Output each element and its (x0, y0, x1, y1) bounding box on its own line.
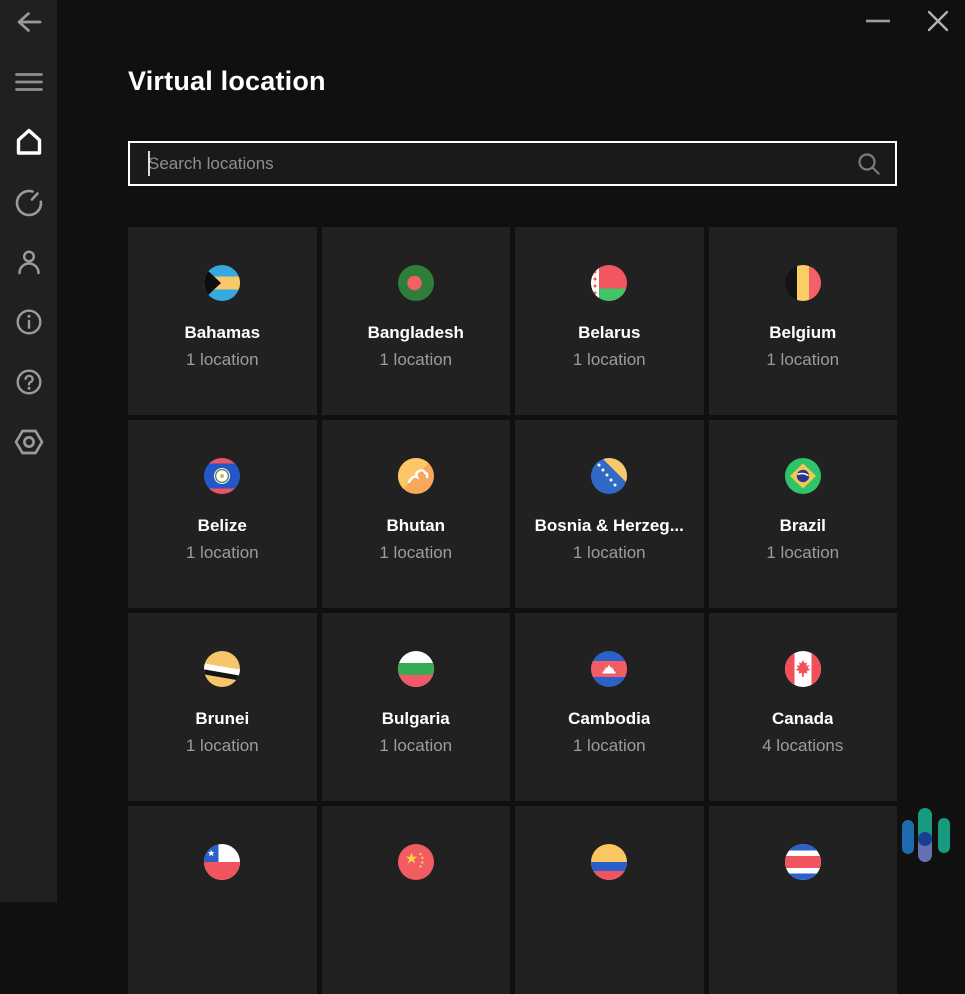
country-grid: Bahamas 1 location Bangladesh 1 location… (128, 227, 897, 994)
country-name: Canada (772, 709, 833, 729)
belize-flag-icon (204, 458, 240, 494)
country-location-count: 1 location (573, 543, 646, 563)
bahamas-flag-icon (204, 265, 240, 301)
colombia-flag-icon (591, 844, 627, 880)
text-caret (148, 151, 150, 176)
help-icon (13, 366, 45, 398)
cambodia-flag-icon (591, 651, 627, 687)
country-card-cambodia[interactable]: Cambodia 1 location (515, 613, 704, 801)
country-name: Belgium (769, 323, 836, 343)
china-flag-icon (398, 844, 434, 880)
country-name: Bosnia & Herzeg... (535, 516, 684, 536)
search-box[interactable] (128, 141, 897, 186)
bulgaria-flag-icon (398, 651, 434, 687)
country-location-count: 1 location (186, 543, 259, 563)
country-card-bhutan[interactable]: Bhutan 1 location (322, 420, 511, 608)
bosnia-flag-icon (591, 458, 627, 494)
country-name: Bhutan (386, 516, 445, 536)
speed-test-button[interactable] (0, 181, 57, 225)
back-icon (13, 7, 45, 37)
country-location-count: 1 location (186, 736, 259, 756)
country-location-count: 1 location (186, 350, 259, 370)
country-name: Belarus (578, 323, 640, 343)
account-button[interactable] (0, 240, 57, 284)
home-icon (12, 125, 46, 159)
country-card-belize[interactable]: Belize 1 location (128, 420, 317, 608)
belarus-flag-icon (591, 265, 627, 301)
country-card-china[interactable] (322, 806, 511, 994)
logo-bar-blue (902, 820, 914, 854)
settings-icon (11, 425, 47, 459)
country-card-chile[interactable] (128, 806, 317, 994)
country-location-count: 1 location (379, 543, 452, 563)
chile-flag-icon (204, 844, 240, 880)
close-icon (927, 10, 949, 32)
country-card-bangladesh[interactable]: Bangladesh 1 location (322, 227, 511, 415)
home-button[interactable] (0, 120, 57, 164)
logo-bar-teal-right (938, 818, 950, 853)
country-location-count: 1 location (766, 543, 839, 563)
menu-button[interactable] (0, 60, 57, 104)
info-button[interactable] (0, 300, 57, 344)
back-button[interactable] (0, 0, 57, 44)
sidebar (0, 0, 57, 902)
speedometer-icon (12, 186, 46, 220)
minimize-button[interactable] (850, 0, 906, 42)
canada-flag-icon (785, 651, 821, 687)
country-card-colombia[interactable] (515, 806, 704, 994)
close-button[interactable] (910, 0, 965, 42)
settings-button[interactable] (0, 420, 57, 464)
country-location-count: 1 location (766, 350, 839, 370)
bhutan-flag-icon (398, 458, 434, 494)
country-name: Belize (198, 516, 247, 536)
search-input[interactable] (130, 143, 856, 184)
country-card-bahamas[interactable]: Bahamas 1 location (128, 227, 317, 415)
country-name: Bahamas (184, 323, 260, 343)
brand-logo (902, 808, 952, 864)
country-location-count: 1 location (379, 736, 452, 756)
country-name: Bulgaria (382, 709, 450, 729)
brunei-flag-icon (204, 651, 240, 687)
country-location-count: 1 location (573, 736, 646, 756)
info-icon (13, 306, 45, 338)
country-name: Brunei (195, 709, 249, 729)
country-card-brazil[interactable]: Brazil 1 location (709, 420, 898, 608)
help-button[interactable] (0, 360, 57, 404)
country-location-count: 1 location (379, 350, 452, 370)
country-card-belgium[interactable]: Belgium 1 location (709, 227, 898, 415)
bangladesh-flag-icon (398, 265, 434, 301)
belgium-flag-icon (785, 265, 821, 301)
country-card-bosnia[interactable]: Bosnia & Herzeg... 1 location (515, 420, 704, 608)
brazil-flag-icon (785, 458, 821, 494)
country-location-count: 1 location (573, 350, 646, 370)
minimize-icon (866, 19, 890, 23)
country-card-brunei[interactable]: Brunei 1 location (128, 613, 317, 801)
account-icon (12, 245, 46, 279)
menu-icon (14, 67, 44, 97)
page-title: Virtual location (128, 66, 326, 97)
country-location-count: 4 locations (762, 736, 843, 756)
country-card-canada[interactable]: Canada 4 locations (709, 613, 898, 801)
country-card-bulgaria[interactable]: Bulgaria 1 location (322, 613, 511, 801)
search-icon (856, 151, 882, 177)
logo-dot-navy (918, 832, 932, 846)
country-name: Cambodia (568, 709, 650, 729)
country-card-belarus[interactable]: Belarus 1 location (515, 227, 704, 415)
country-card-costa-rica[interactable] (709, 806, 898, 994)
costa-rica-flag-icon (785, 844, 821, 880)
country-name: Brazil (780, 516, 826, 536)
country-name: Bangladesh (368, 323, 464, 343)
